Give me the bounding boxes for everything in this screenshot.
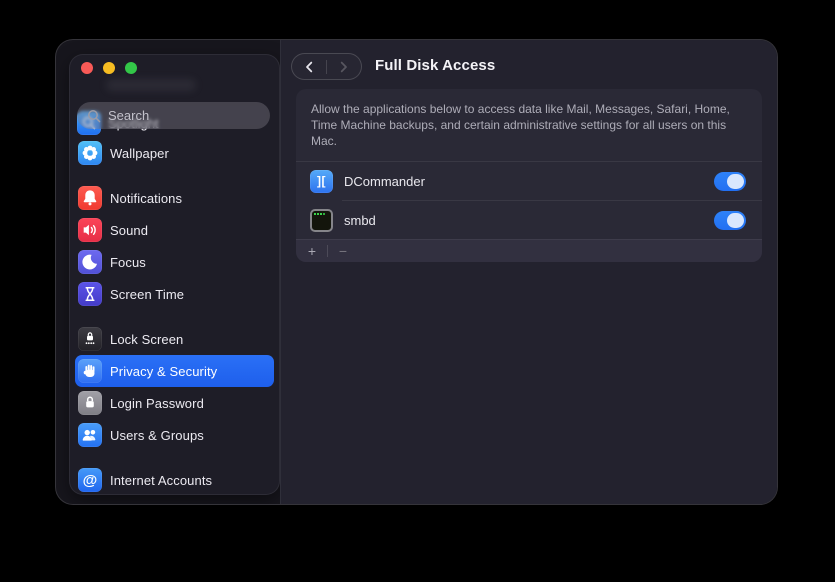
sidebar-group-accounts: @ Internet Accounts [75,464,274,496]
bell-icon [78,186,102,210]
sidebar-item-notifications[interactable]: Notifications [75,182,274,214]
back-button[interactable] [292,54,326,79]
chevron-left-icon [303,59,315,75]
speaker-icon [78,218,102,242]
sidebar-item-label: Privacy & Security [110,364,217,379]
sidebar-item-label: Wallpaper [110,146,169,161]
app-row-smbd[interactable]: smbd [296,201,762,239]
dcommander-icon: ][ [310,170,333,193]
wallpaper-icon [78,141,102,165]
app-name: DCommander [344,174,425,189]
forward-button[interactable] [327,54,361,79]
toggle-knob [727,213,744,228]
sidebar: Spotlight Search Wallpaper Notifications [69,54,280,495]
sidebar-item-label: Internet Accounts [110,473,212,488]
system-settings-window: Spotlight Search Wallpaper Notifications [55,39,778,505]
sidebar-item-label: Lock Screen [110,332,183,347]
toggle-knob [727,174,744,189]
search-input[interactable]: Search [77,102,270,129]
app-name: smbd [344,213,376,228]
footer-divider [327,245,328,257]
nav-controls [291,53,362,80]
traffic-lights [77,58,141,78]
minimize-button[interactable] [103,62,115,74]
sidebar-item-sound[interactable]: Sound [75,214,274,246]
sidebar-group-system: Notifications Sound Focus Screen Time [75,182,274,310]
hand-icon [78,359,102,383]
hourglass-icon [78,282,102,306]
scroll-ghost [106,79,196,91]
sidebar-group-appearance: Wallpaper [75,137,274,169]
page-title: Full Disk Access [375,57,495,74]
sidebar-item-users-groups[interactable]: Users & Groups [75,419,274,451]
add-app-button[interactable]: + [304,240,320,263]
dcommander-toggle[interactable] [714,172,746,191]
sidebar-item-label: Focus [110,255,146,270]
content-pane: Full Disk Access Allow the applications … [280,40,777,504]
sidebar-item-label: Sound [110,223,148,238]
app-row-dcommander[interactable]: ][ DCommander [296,162,762,200]
sidebar-item-label: Login Password [110,396,204,411]
chevron-right-icon [338,59,350,75]
sidebar-item-label: Screen Time [110,287,184,302]
sidebar-item-internet-accounts[interactable]: @ Internet Accounts [75,464,274,496]
sidebar-item-focus[interactable]: Focus [75,246,274,278]
sidebar-item-login-password[interactable]: Login Password [75,387,274,419]
two-people-icon [78,423,102,447]
lock-dark-icon [78,327,102,351]
magnifier-icon [86,108,102,124]
remove-app-button[interactable]: − [335,240,351,263]
smbd-toggle[interactable] [714,211,746,230]
close-button[interactable] [81,62,93,74]
zoom-button[interactable] [125,62,137,74]
list-edit-bar: + − [296,239,762,262]
sidebar-item-label: Users & Groups [110,428,204,443]
lock-gray-icon [78,391,102,415]
description-text: Allow the applications below to access d… [296,89,762,162]
sidebar-item-wallpaper[interactable]: Wallpaper [75,137,274,169]
search-placeholder: Search [108,108,149,123]
moon-icon [78,250,102,274]
sidebar-item-label: Notifications [110,191,182,206]
sidebar-item-lock-screen[interactable]: Lock Screen [75,323,274,355]
sidebar-group-security: Lock Screen Privacy & Security Login Pas… [75,323,274,451]
full-disk-access-card: Allow the applications below to access d… [296,89,762,262]
sidebar-item-screen-time[interactable]: Screen Time [75,278,274,310]
terminal-icon [310,209,333,232]
sidebar-item-privacy-security[interactable]: Privacy & Security [75,355,274,387]
at-sign-icon: @ [78,468,102,492]
